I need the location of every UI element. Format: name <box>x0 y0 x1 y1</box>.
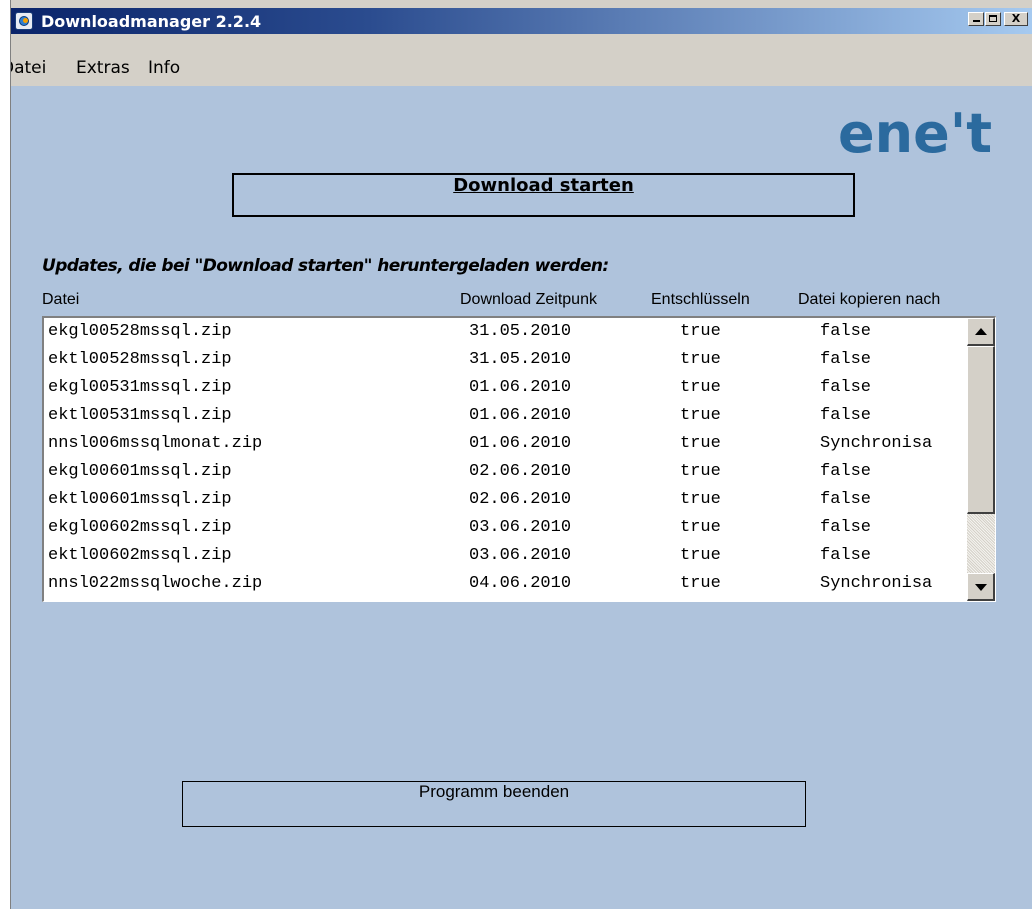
list-row[interactable]: nnsl006mssqlmonat.zip 01.06.2010 true Sy… <box>44 434 966 462</box>
updates-rows: ekgl00528mssql.zip 31.05.2010 true false… <box>44 322 966 601</box>
download-date-cell: 03.06.2010 <box>469 518 572 537</box>
enet-logo: ene't <box>838 102 992 165</box>
updates-heading: Updates, die bei "Download starten" heru… <box>42 256 609 276</box>
download-date-cell: 02.06.2010 <box>469 490 572 509</box>
menu-bar: Datei Extras Info <box>11 34 1032 86</box>
file-name-cell: ektl00531mssql.zip <box>48 406 232 425</box>
copy-target-cell: Synchronisa <box>820 434 933 453</box>
decrypt-cell: true <box>680 518 721 537</box>
downloadmanager-icon[interactable] <box>15 12 33 30</box>
column-header-datei[interactable]: Datei <box>42 291 79 309</box>
arrow-up-icon <box>975 328 987 335</box>
close-button[interactable]: X <box>1004 12 1028 26</box>
updates-list[interactable]: ekgl00528mssql.zip 31.05.2010 true false… <box>42 316 996 602</box>
decrypt-cell: true <box>680 322 721 341</box>
download-date-cell: 01.06.2010 <box>469 434 572 453</box>
decrypt-cell: true <box>680 490 721 509</box>
title-bar[interactable]: Downloadmanager 2.2.4 X <box>11 8 1032 34</box>
file-name-cell: nnsl022mssqlwoche.zip <box>48 574 263 593</box>
decrypt-cell: true <box>680 546 721 565</box>
app-window: Downloadmanager 2.2.4 X Datei Extras Inf… <box>10 0 1032 909</box>
list-row[interactable]: ektl00528mssql.zip 31.05.2010 true false <box>44 350 966 378</box>
copy-target-cell: false <box>820 518 872 537</box>
file-name-cell: nnsl006mssqlmonat.zip <box>48 434 263 453</box>
file-name-cell: ektl00601mssql.zip <box>48 490 232 509</box>
download-start-button[interactable]: Download starten <box>232 173 855 217</box>
copy-target-cell: false <box>820 490 872 509</box>
decrypt-cell: true <box>680 574 721 593</box>
exit-program-button[interactable]: Programm beenden <box>182 781 806 827</box>
menu-datei[interactable]: Datei <box>11 58 46 78</box>
file-name-cell: ekgl00531mssql.zip <box>48 378 232 397</box>
list-row[interactable]: ekgl00601mssql.zip 02.06.2010 true false <box>44 462 966 490</box>
close-icon: X <box>1011 12 1021 25</box>
file-name-cell: ekgl00602mssql.zip <box>48 518 232 537</box>
minimize-button[interactable] <box>968 12 984 26</box>
menu-extras[interactable]: Extras <box>76 58 130 78</box>
decrypt-cell: true <box>680 406 721 425</box>
download-date-cell: 31.05.2010 <box>469 322 572 341</box>
scrollbar-thumb[interactable] <box>967 346 995 514</box>
file-name-cell: ekgl00528mssql.zip <box>48 322 232 341</box>
list-row[interactable]: ektl00601mssql.zip 02.06.2010 true false <box>44 490 966 518</box>
download-date-cell: 02.06.2010 <box>469 462 572 481</box>
copy-target-cell: false <box>820 406 872 425</box>
maximize-icon <box>989 15 997 22</box>
main-panel: ene't Download starten Updates, die bei … <box>11 86 1032 909</box>
file-name-cell: ektl00528mssql.zip <box>48 350 232 369</box>
copy-target-cell: false <box>820 350 872 369</box>
list-row[interactable]: ekgl00528mssql.zip 31.05.2010 true false <box>44 322 966 350</box>
download-date-cell: 01.06.2010 <box>469 406 572 425</box>
copy-target-cell: false <box>820 546 872 565</box>
decrypt-cell: true <box>680 350 721 369</box>
list-row[interactable]: ekgl00602mssql.zip 03.06.2010 true false <box>44 518 966 546</box>
list-row[interactable]: ektl00531mssql.zip 01.06.2010 true false <box>44 406 966 434</box>
menu-info[interactable]: Info <box>148 58 180 78</box>
logo-text: ene't <box>838 102 992 165</box>
maximize-button[interactable] <box>985 12 1001 26</box>
copy-target-cell: false <box>820 322 872 341</box>
download-date-cell: 01.06.2010 <box>469 378 572 397</box>
copy-target-cell: Synchronisa <box>820 574 933 593</box>
scroll-down-button[interactable] <box>967 573 995 601</box>
list-row[interactable]: ekgl00531mssql.zip 01.06.2010 true false <box>44 378 966 406</box>
decrypt-cell: true <box>680 462 721 481</box>
decrypt-cell: true <box>680 378 721 397</box>
minimize-icon <box>973 20 980 22</box>
column-header-download-zeitpunkt[interactable]: Download Zeitpunk <box>460 291 597 309</box>
column-header-entschluesseln[interactable]: Entschlüsseln <box>651 291 750 309</box>
vertical-scrollbar[interactable] <box>967 318 995 601</box>
download-date-cell: 04.06.2010 <box>469 574 572 593</box>
download-date-cell: 03.06.2010 <box>469 546 572 565</box>
list-row[interactable]: nnsl022mssqlwoche.zip 04.06.2010 true Sy… <box>44 574 966 601</box>
list-row[interactable]: ektl00602mssql.zip 03.06.2010 true false <box>44 546 966 574</box>
decrypt-cell: true <box>680 434 721 453</box>
arrow-down-icon <box>975 584 987 591</box>
window-title: Downloadmanager 2.2.4 <box>41 12 262 31</box>
file-name-cell: ekgl00601mssql.zip <box>48 462 232 481</box>
column-header-kopieren-nach[interactable]: Datei kopieren nach <box>798 291 940 309</box>
copy-target-cell: false <box>820 462 872 481</box>
scroll-up-button[interactable] <box>967 318 995 346</box>
copy-target-cell: false <box>820 378 872 397</box>
file-name-cell: ektl00602mssql.zip <box>48 546 232 565</box>
download-date-cell: 31.05.2010 <box>469 350 572 369</box>
